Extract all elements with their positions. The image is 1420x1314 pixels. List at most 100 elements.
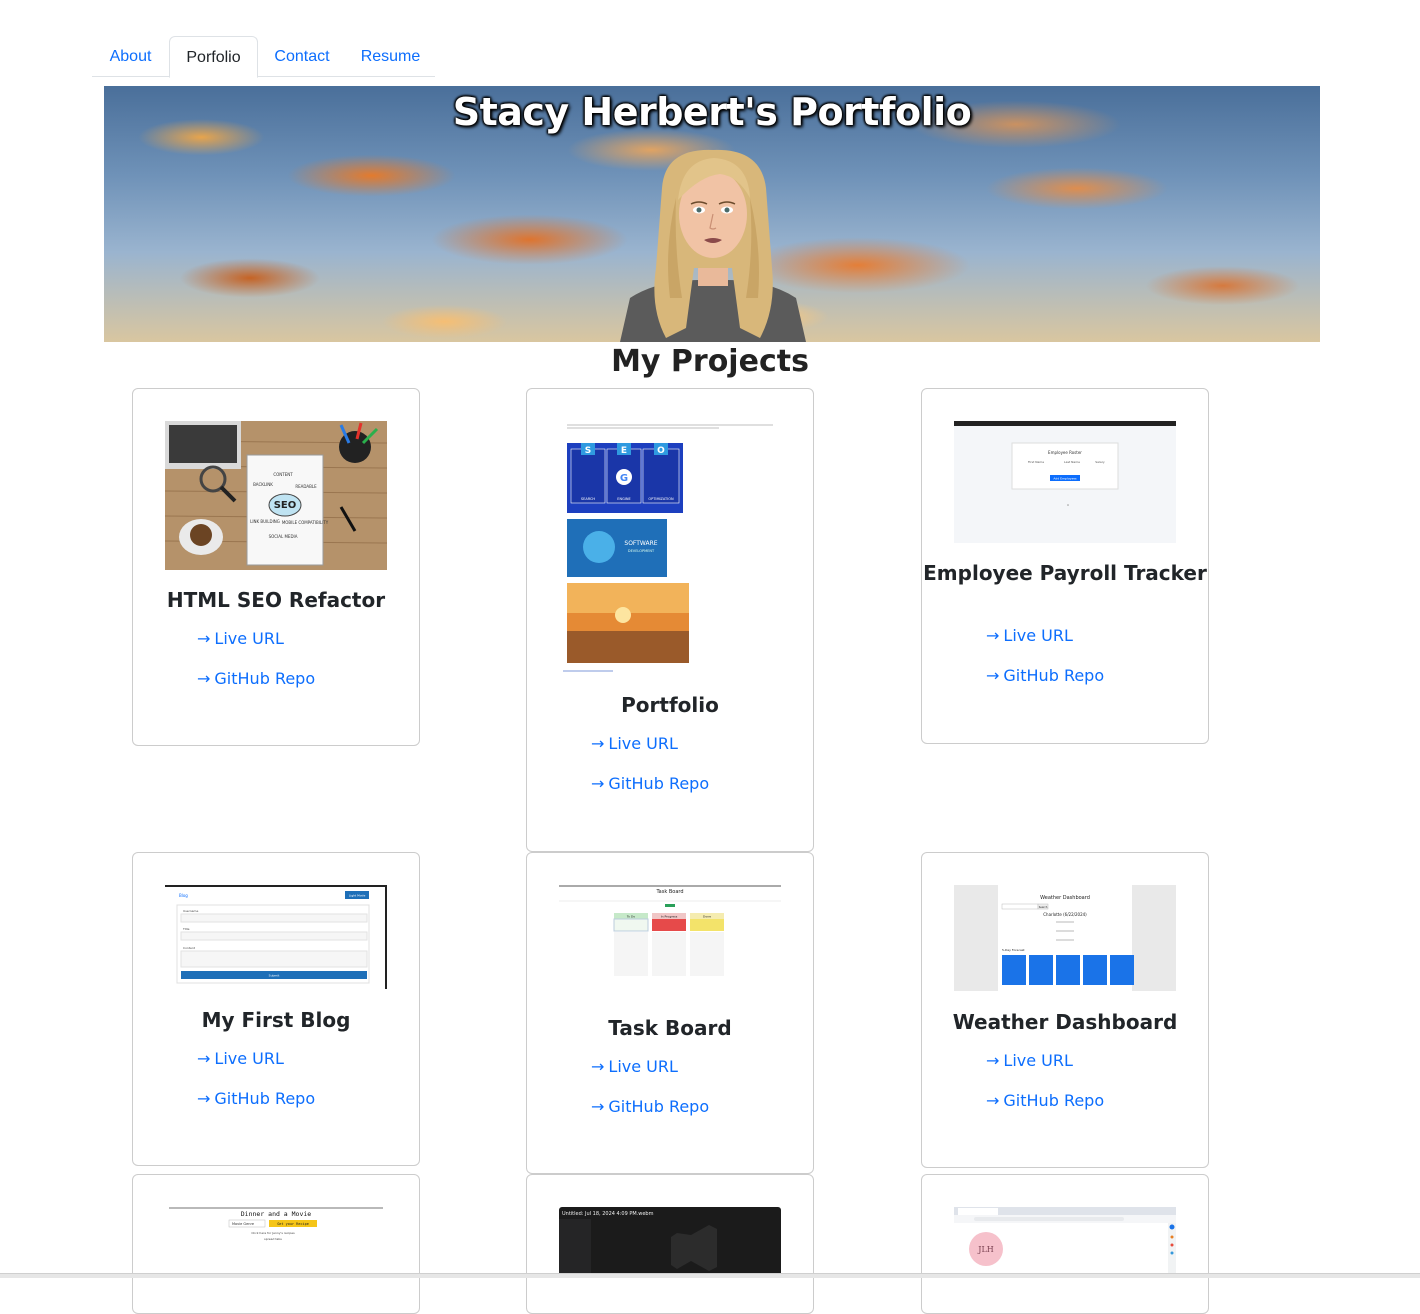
arrow-right-icon: → (591, 1097, 605, 1116)
github-repo-label: GitHub Repo (1003, 1091, 1105, 1110)
project-thumbnail: Untitled: Jul 18, 2024 4:09 PM.webm (559, 1207, 781, 1277)
live-url-link[interactable]: → Live URL (591, 734, 678, 753)
thumb-word: JLH (977, 1245, 994, 1254)
arrow-right-icon: → (197, 629, 211, 648)
github-repo-link[interactable]: → GitHub Repo (591, 774, 709, 793)
tab-porfolio[interactable]: Porfolio (169, 36, 258, 78)
thumb-word: Search (1039, 905, 1048, 909)
thumb-word: SOCIAL MEDIA (269, 534, 298, 539)
thumb-word: Dinner and a Movie (241, 1210, 312, 1218)
project-title: HTML SEO Refactor (166, 588, 386, 612)
live-url-link[interactable]: → Live URL (591, 1057, 678, 1076)
github-repo-link[interactable]: → GitHub Repo (197, 1089, 315, 1108)
thumb-word: Movie Genre (232, 1222, 254, 1226)
project-thumbnail: Dinner and a Movie Movie Genre Get your … (165, 1207, 387, 1277)
project-card: Weather Dashboard Search Charlotte (6/22… (921, 852, 1209, 1168)
tab-resume[interactable]: Resume (346, 36, 435, 77)
thumb-word: Get your Recipe (277, 1222, 309, 1226)
project-thumbnail: Blog Light Mode Username Title Content S… (165, 885, 387, 989)
project-card: Dinner and a Movie Movie Genre Get your … (132, 1174, 420, 1314)
live-url-link[interactable]: → Live URL (986, 1051, 1073, 1070)
thumb-word: Done (703, 915, 711, 919)
thumb-word: 5-Day Forecast (1002, 948, 1025, 952)
project-card: Untitled: Jul 18, 2024 4:09 PM.webm (526, 1174, 814, 1314)
project-title: Employee Payroll Tracker (923, 561, 1207, 585)
thumb-word: SOFTWARE (624, 540, 657, 547)
tab-about[interactable]: About (92, 36, 169, 77)
thumb-word: LINK BUILDING (250, 519, 280, 524)
arrow-right-icon: → (591, 1057, 605, 1076)
thumb-word: Salary (1095, 460, 1105, 464)
live-url-label: Live URL (214, 629, 284, 648)
live-url-label: Live URL (214, 1049, 284, 1068)
arrow-right-icon: → (986, 1091, 1000, 1110)
thumb-word: Employee Roster (1048, 450, 1082, 455)
live-url-link[interactable]: → Live URL (197, 629, 284, 648)
thumb-word: Light Mode (349, 894, 366, 898)
live-url-label: Live URL (1003, 1051, 1073, 1070)
avatar-illustration (620, 149, 806, 342)
thumb-word: To Do (626, 915, 635, 919)
live-url-link[interactable]: → Live URL (986, 626, 1073, 645)
project-thumbnail: S E O G SEARCH ENGINE OPTIMIZATION SOFTW… (559, 421, 781, 677)
project-thumbnail: Weather Dashboard Search Charlotte (6/22… (954, 885, 1176, 991)
horizontal-scrollbar[interactable] (0, 1273, 1420, 1278)
projects-heading: My Projects (611, 344, 809, 379)
thumb-word: BACKLINK (253, 482, 273, 487)
project-title: Portfolio (621, 693, 719, 717)
live-url-link[interactable]: → Live URL (197, 1049, 284, 1068)
thumb-word: O (657, 446, 665, 456)
project-title: Task Board (608, 1016, 732, 1040)
thumb-word: OPTIMIZATION (648, 497, 674, 501)
project-title: My First Blog (201, 1008, 351, 1032)
thumb-word: SEARCH (581, 497, 596, 501)
thumb-word: Content (183, 946, 196, 950)
thumb-word: Title (182, 927, 190, 931)
thumb-word: Task Board (655, 889, 683, 895)
thumb-word: Submit (269, 974, 280, 978)
arrow-right-icon: → (591, 734, 605, 753)
tab-contact[interactable]: Contact (258, 36, 346, 77)
thumb-word: Username (183, 909, 198, 913)
project-thumbnail: Employee Roster First Name Last Name Sal… (954, 421, 1176, 543)
thumb-word: ENGINE (617, 497, 630, 501)
thumb-word: Last Name (1064, 460, 1080, 464)
thumb-word: First Name (1028, 460, 1044, 464)
live-url-label: Live URL (608, 1057, 678, 1076)
project-card: SEO CONTENT BACKLINK READABLE LINK BUILD… (132, 388, 420, 746)
thumb-word: E (621, 446, 627, 456)
github-repo-link[interactable]: → GitHub Repo (197, 669, 315, 688)
github-repo-link[interactable]: → GitHub Repo (986, 1091, 1104, 1110)
github-repo-link[interactable]: → GitHub Repo (986, 666, 1104, 685)
thumb-word: MOBILE COMPATIBILITY (282, 520, 329, 525)
project-thumbnail: JLH (954, 1207, 1176, 1277)
github-repo-label: GitHub Repo (214, 669, 316, 688)
arrow-right-icon: → (591, 774, 605, 793)
svg-text:G: G (620, 473, 628, 484)
nav-tabs: About Porfolio Contact Resume (92, 36, 435, 78)
thumb-word: Charlotte (6/22/2024) (1043, 912, 1087, 917)
arrow-right-icon: → (197, 1089, 211, 1108)
github-repo-link[interactable]: → GitHub Repo (591, 1097, 709, 1116)
arrow-right-icon: → (197, 669, 211, 688)
arrow-right-icon: → (986, 1051, 1000, 1070)
live-url-label: Live URL (1003, 626, 1073, 645)
thumb-word: Blog (179, 893, 188, 898)
project-card: S E O G SEARCH ENGINE OPTIMIZATION SOFTW… (526, 388, 814, 852)
thumb-word: CONTENT (273, 472, 293, 477)
arrow-right-icon: → (197, 1049, 211, 1068)
project-card: JLH (921, 1174, 1209, 1314)
hero-banner: Stacy Herbert's Portfolio (104, 86, 1320, 342)
project-card: Task Board To Do In Progress Done Task B… (526, 852, 814, 1174)
arrow-right-icon: → (986, 666, 1000, 685)
thumb-word: In Progress (661, 915, 678, 919)
project-title: Weather Dashboard (952, 1010, 1178, 1034)
project-thumbnail: Task Board To Do In Progress Done (559, 885, 781, 993)
project-card: Blog Light Mode Username Title Content S… (132, 852, 420, 1166)
thumb-word: SEO (274, 500, 297, 511)
live-url-label: Live URL (608, 734, 678, 753)
thumb-word: Untitled: Jul 18, 2024 4:09 PM.webm (562, 1211, 654, 1217)
thumb-word: Click here for Jenny's recipes (251, 1231, 295, 1235)
thumb-word: Weather Dashboard (1040, 895, 1090, 901)
thumb-word: DEVELOPMENT (628, 549, 655, 553)
